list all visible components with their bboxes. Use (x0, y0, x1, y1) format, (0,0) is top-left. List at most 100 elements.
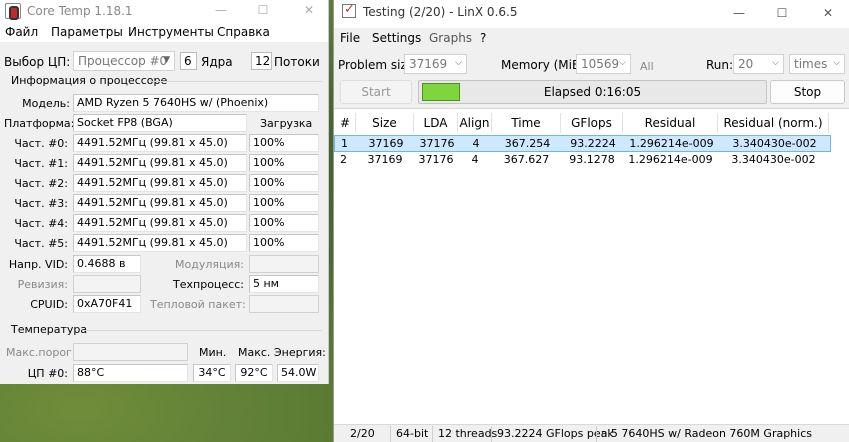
header-col-time[interactable]: Time (492, 113, 561, 133)
revision-label: Ревизия: (17, 278, 68, 291)
tjmax-label: Макс.порог: (6, 346, 76, 359)
threads-label: Потоки (274, 55, 320, 69)
run-count-value: 20 (738, 57, 754, 71)
cell-col-align: 4 (471, 153, 479, 166)
chevron-down-icon: ⌵ (833, 58, 840, 68)
cores-value: 6 (180, 52, 197, 70)
cell-col-index: 2 (340, 153, 347, 166)
menu-help[interactable]: ? (480, 31, 486, 45)
coretemp-title: Core Temp 1.18.1 (27, 4, 133, 18)
cell-col-lda: 37176 (419, 137, 455, 150)
cell-col-size: 37169 (368, 137, 404, 150)
cpu-select-label: Выбор ЦП: (4, 55, 71, 69)
header-col-gflops[interactable]: GFlops (561, 113, 623, 133)
core-load-value: 100% (249, 134, 319, 152)
min-header: Мин. (199, 346, 227, 359)
cell-col-time: 367.254 (504, 137, 551, 150)
freq-core-label: Част. #1: (14, 157, 68, 170)
run-unit-dropdown[interactable]: times ⌵ (789, 54, 845, 74)
results-table: # Size LDA Align Time GFlops Residual Residual … (334, 108, 849, 424)
freq-core-label: Част. #5: (14, 237, 68, 250)
statusbar: 2/2064-bit12 threads93.2224 GFlops peakA… (334, 424, 849, 442)
start-button[interactable]: Start (340, 80, 412, 104)
cell-col-residual: 1.296214e-009 (629, 137, 714, 150)
cpu0-temp: 88°C (73, 364, 188, 382)
header-col-residual-norm[interactable]: Residual (norm.) (718, 113, 829, 133)
menu-options[interactable]: Параметры (51, 25, 123, 39)
cpuid-label: CPUID: (30, 298, 68, 311)
coretemp-titlebar[interactable]: Core Temp 1.18.1 — ☐ ✕ (0, 0, 328, 22)
stop-button[interactable]: Stop (770, 80, 845, 104)
menu-settings[interactable]: Settings (372, 31, 421, 45)
coretemp-window: Core Temp 1.18.1 — ☐ ✕ Файл Параметры Ин… (0, 0, 329, 384)
core-load-value: 100% (249, 174, 319, 192)
freq-core-value: 4491.52МГц (99.81 x 45.0) (73, 214, 247, 232)
cpu0-label: ЦП #0: (27, 367, 68, 380)
header-col-lda[interactable]: LDA (414, 113, 458, 133)
table-row[interactable]: 1 37169 37176 4 367.254 93.2224 1.296214e-009 3… (334, 135, 831, 152)
freq-core-label: Част. #4: (14, 217, 68, 230)
model-label: Модель: (22, 97, 70, 110)
freq-core-value: 4491.52МГц (99.81 x 45.0) (73, 194, 247, 212)
cpu-select-dropdown[interactable]: Процессор #0 ▼ (73, 51, 175, 71)
vid-label: Напр. VID: (8, 258, 68, 271)
cell-col-residual-norm: 3.340430e-002 (731, 153, 816, 166)
cell-col-align: 4 (472, 137, 480, 150)
menu-tools[interactable]: Инструменты (128, 25, 214, 39)
chevron-down-icon: ▼ (163, 55, 170, 65)
linx-menubar: File Settings Graphs ? (334, 28, 849, 48)
freq-core-value: 4491.52МГц (99.81 x 45.0) (73, 174, 247, 192)
close-icon[interactable]: ✕ (301, 2, 317, 18)
status-progress: 2/20 (350, 427, 375, 440)
cell-col-residual: 1.296214e-009 (628, 153, 713, 166)
core-load-value: 100% (249, 154, 319, 172)
freq-core-label: Част. #2: (14, 177, 68, 190)
tdp-value (249, 295, 319, 313)
header-col-align[interactable]: Align (458, 113, 492, 133)
header-col-size[interactable]: Size (356, 113, 414, 133)
close-icon[interactable]: ✕ (820, 5, 836, 21)
cell-col-gflops: 93.2224 (570, 137, 616, 150)
all-memory-option[interactable]: All (640, 60, 654, 73)
maximize-icon[interactable]: ☐ (255, 2, 271, 18)
linx-titlebar[interactable]: Testing (2/20) - LinX 0.6.5 — ☐ ✕ (334, 0, 849, 28)
cpu0-min: 34°C (193, 364, 231, 382)
maximize-icon[interactable]: ☐ (774, 5, 790, 21)
tdp-label: Тепловой пакет: (150, 298, 246, 311)
core-load-value: 100% (249, 194, 319, 212)
menu-help[interactable]: Справка (217, 25, 270, 39)
cell-col-size: 37169 (367, 153, 403, 166)
menu-file[interactable]: File (340, 31, 360, 45)
memory-value: 10569 (581, 57, 620, 71)
cell-col-time: 367.627 (503, 153, 550, 166)
problem-size-dropdown[interactable]: 37169 ⌵ (404, 54, 467, 74)
cell-col-gflops: 93.1278 (569, 153, 615, 166)
chevron-down-icon: ⌵ (772, 58, 779, 68)
run-count-dropdown[interactable]: 20 ⌵ (733, 54, 784, 74)
cpu-select-value: Процессор #0 (78, 54, 168, 68)
process-value: 5 нм (249, 275, 319, 293)
model-value: AMD Ryzen 5 7640HS w/ (Phoenix) (73, 94, 319, 112)
freq-core-label: Част. #3: (14, 197, 68, 210)
coretemp-menubar: Файл Параметры Инструменты Справка (0, 22, 328, 42)
minimize-icon[interactable]: — (731, 5, 747, 21)
header-col-residual[interactable]: Residual (623, 113, 718, 133)
memory-dropdown[interactable]: 10569 ⌵ (576, 54, 631, 74)
modulation-label: Модуляция: (175, 258, 244, 271)
max-header: Макс. (238, 346, 271, 359)
status-separator (390, 426, 391, 442)
tjmax-value (73, 343, 188, 361)
linx-app-icon (342, 2, 356, 18)
processor-info-group-title: Информация о процессоре (11, 74, 168, 87)
status-cpu: AMD Ryzen 5 7640HS w/ Radeon 760M Graphi… (602, 427, 812, 440)
vid-value: 0.4688 в (73, 255, 141, 273)
status-bitness: 64-bit (396, 427, 429, 440)
table-row[interactable]: 2 37169 37176 4 367.627 93.1278 1.296214e-009 3… (334, 152, 831, 169)
progress-bar: Elapsed 0:16:05 (418, 80, 767, 104)
freq-core-value: 4491.52МГц (99.81 x 45.0) (73, 234, 247, 252)
menu-graphs[interactable]: Graphs (429, 31, 472, 45)
modulation-value (249, 255, 319, 273)
menu-file[interactable]: Файл (5, 25, 38, 39)
minimize-icon[interactable]: — (213, 2, 229, 18)
header-col-index[interactable]: # (334, 113, 356, 133)
